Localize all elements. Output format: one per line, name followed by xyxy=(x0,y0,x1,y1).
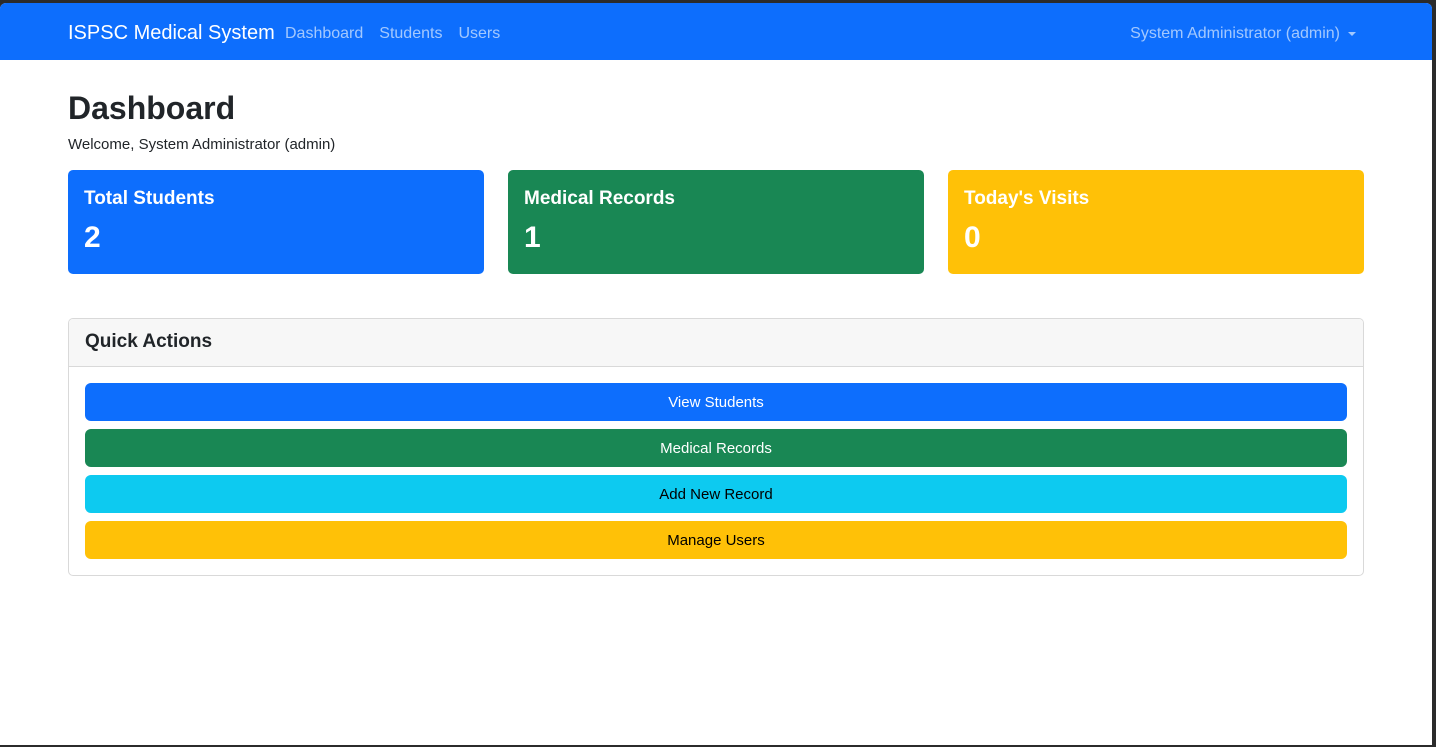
top-navbar: ISPSC Medical System Dashboard Students … xyxy=(0,3,1432,60)
browser-window: ISPSC Medical System Dashboard Students … xyxy=(0,3,1432,745)
nav-link-dashboard[interactable]: Dashboard xyxy=(285,23,363,45)
quick-actions-title: Quick Actions xyxy=(69,319,1363,367)
user-dropdown[interactable]: System Administrator (admin) xyxy=(1130,23,1356,45)
welcome-message: Welcome, System Administrator (admin) xyxy=(68,136,336,153)
nav-link-students[interactable]: Students xyxy=(379,23,442,45)
stat-value: 2 xyxy=(84,221,101,254)
stat-value: 0 xyxy=(964,221,981,254)
medical-records-button[interactable]: Medical Records xyxy=(85,429,1347,467)
caret-down-icon xyxy=(1348,32,1356,36)
view-students-button[interactable]: View Students xyxy=(85,383,1347,421)
page-title: Dashboard xyxy=(68,90,236,126)
quick-actions-card: Quick Actions View Students Medical Reco… xyxy=(68,318,1364,576)
nav-links: Dashboard Students Users xyxy=(285,23,516,45)
manage-users-button[interactable]: Manage Users xyxy=(85,521,1347,559)
stats-row: Total Students 2 Medical Records 1 Today… xyxy=(68,170,1364,274)
stat-value: 1 xyxy=(524,221,541,254)
add-new-record-button[interactable]: Add New Record xyxy=(85,475,1347,513)
stat-label: Total Students xyxy=(84,188,215,209)
stat-label: Today's Visits xyxy=(964,188,1090,209)
user-dropdown-label: System Administrator (admin) xyxy=(1130,25,1340,42)
stat-card-total-students: Total Students 2 xyxy=(68,170,484,274)
stat-card-medical-records: Medical Records 1 xyxy=(508,170,924,274)
stat-card-todays-visits: Today's Visits 0 xyxy=(948,170,1364,274)
brand-link[interactable]: ISPSC Medical System xyxy=(68,20,275,46)
quick-actions-body: View Students Medical Records Add New Re… xyxy=(69,367,1363,575)
stat-label: Medical Records xyxy=(524,188,675,209)
nav-link-users[interactable]: Users xyxy=(458,23,500,45)
